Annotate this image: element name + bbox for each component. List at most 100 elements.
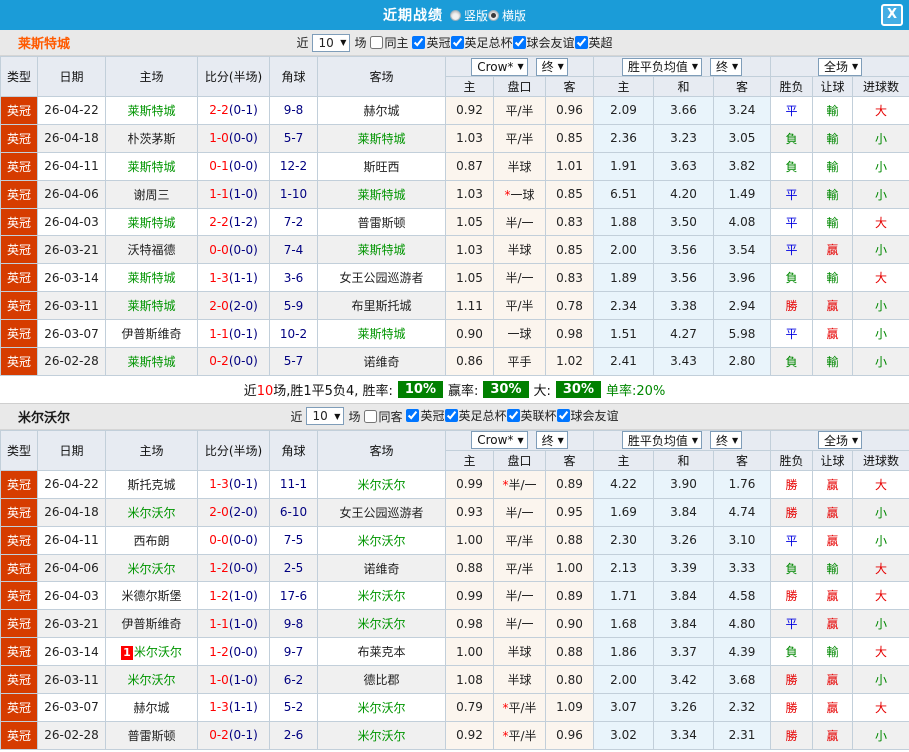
half-time-score: (2-0) (228, 298, 258, 313)
euro-home-odds: 6.51 (593, 179, 654, 209)
league-filter[interactable]: 英超 (574, 34, 613, 51)
league-filter[interactable]: 球会友谊 (556, 407, 619, 424)
same-venue-label: 同客 (378, 409, 403, 424)
handicap-cell: 半/一 (493, 263, 546, 293)
goals-result-cell: 小 (852, 525, 909, 555)
league-filter[interactable]: 球会友谊 (512, 34, 575, 51)
league-checkbox[interactable] (450, 35, 464, 49)
away-team-name: 赫尔城 (363, 103, 400, 118)
league-checkbox[interactable] (506, 409, 520, 423)
handicap-cell: 半/一 (493, 207, 546, 237)
away-team-cell: 莱斯特城 (317, 179, 446, 209)
euro-time-select[interactable]: 终 ▼ (710, 431, 743, 450)
home-team-cell: 伊普斯维奇 (105, 319, 198, 349)
league-checkbox[interactable] (512, 35, 526, 49)
euro-home-odds: 3.07 (593, 693, 654, 722)
score-cell: 0-0(0-0) (197, 235, 270, 265)
sub-handicap-header: 盘口 (493, 76, 546, 97)
odds-average-select[interactable]: 胜平负均值 ▼ (621, 431, 703, 450)
results-table-millwall: 类型 日期 主场 比分(半场) 角球 客场 Crow* ▼ 终 ▼ 胜平负均值 ▼ 终… (0, 429, 909, 750)
bookmaker-select[interactable]: Crow* ▼ (471, 431, 528, 450)
filter-near-label: 近 (290, 409, 303, 424)
match-row: 英冠 26-02-28 普雷斯顿 0-2(0-1) 2-6 米尔沃尔 0.92 *平/半 0.9… (0, 720, 909, 750)
score-cell: 0-2(0-1) (197, 720, 270, 750)
league-filter[interactable]: 英足总杯 (444, 407, 507, 424)
layout-radio-option[interactable]: 竖版 (449, 7, 488, 24)
recent-count-select[interactable]: 10 ▼ (312, 33, 351, 52)
euro-draw-odds: 3.39 (653, 553, 714, 583)
handicap-cell: 半球 (493, 235, 546, 265)
match-row: 英冠 26-04-11 莱斯特城 0-1(0-0) 12-2 斯旺西 0.87 半球 1.01 1… (0, 151, 909, 181)
sub-euro-home-header: 主 (593, 449, 654, 471)
score-cell: 1-1(1-0) (197, 179, 270, 209)
away-team-name: 普雷斯顿 (357, 215, 406, 230)
euro-home-odds: 2.34 (593, 291, 654, 321)
same-venue-checkbox[interactable] (370, 36, 384, 49)
recent-count-select[interactable]: 10 ▼ (306, 407, 345, 426)
league-filter[interactable]: 英联杯 (506, 407, 557, 424)
scope-select[interactable]: 全场 ▼ (817, 431, 863, 450)
same-venue-filter[interactable]: 同客 (364, 408, 402, 425)
away-team-cell: 莱斯特城 (317, 235, 446, 265)
euro-time-select[interactable]: 终 ▼ (710, 57, 743, 76)
euro-away-odds: 4.74 (712, 497, 772, 527)
league-filter[interactable]: 英冠 (406, 407, 445, 424)
score-cell: 0-0(0-0) (197, 525, 270, 555)
league-filter[interactable]: 英冠 (412, 34, 451, 51)
big-rate-badge: 30% (555, 380, 602, 398)
odds-average-select[interactable]: 胜平负均值 ▼ (621, 57, 703, 76)
league-badge: 英冠 (0, 553, 38, 583)
corner-cell: 7-2 (269, 207, 318, 237)
asian-time-select[interactable]: 终 ▼ (535, 57, 568, 76)
league-checkbox[interactable] (412, 35, 426, 49)
half-time-score: (1-1) (228, 700, 258, 715)
league-filter[interactable]: 英足总杯 (450, 34, 513, 51)
handicap-result-cell: 輸 (812, 179, 854, 209)
corner-cell: 5-9 (269, 291, 318, 321)
scope-select[interactable]: 全场 ▼ (817, 57, 863, 76)
match-row: 英冠 26-04-22 斯托克城 1-3(0-1) 11-1 米尔沃尔 0.99 *半/一 0.… (0, 469, 909, 499)
handicap-cell: *一球 (493, 179, 546, 209)
euro-home-odds: 2.13 (593, 553, 654, 583)
match-filter: 近 10 ▼ 场 同客 英冠 英足总杯 英联杯 球会友谊 (290, 407, 619, 426)
league-checkbox[interactable] (444, 409, 458, 423)
asian-home-odds: 1.03 (445, 179, 494, 209)
bookmaker-select[interactable]: Crow* ▼ (471, 57, 528, 76)
league-checkbox[interactable] (574, 35, 588, 49)
score-cell: 1-0(0-0) (197, 123, 270, 153)
home-team-name: 米尔沃尔 (127, 561, 176, 576)
same-venue-filter[interactable]: 同主 (370, 34, 408, 51)
match-date: 26-04-22 (37, 469, 106, 499)
handicap-result-cell: 贏 (812, 319, 854, 349)
sub-euro-draw-header: 和 (653, 449, 714, 471)
corner-cell: 9-8 (269, 96, 318, 125)
away-team-cell: 德比郡 (317, 665, 446, 695)
home-team-name: 沃特福德 (127, 243, 176, 258)
handicap-cell: 平/半 (493, 96, 546, 125)
euro-draw-odds: 3.56 (653, 235, 714, 265)
away-team-name: 德比郡 (363, 673, 400, 688)
layout-radio-option[interactable]: 横版 (488, 7, 526, 24)
asian-time-select[interactable]: 终 ▼ (535, 431, 568, 450)
euro-away-odds: 3.96 (712, 263, 772, 293)
same-venue-checkbox[interactable] (364, 409, 378, 423)
sub-result-header: 胜负 (770, 76, 814, 97)
euro-draw-odds: 4.27 (653, 319, 714, 349)
score-cell: 1-3(0-1) (197, 469, 270, 499)
league-badge: 英冠 (0, 609, 38, 639)
euro-away-odds: 2.94 (712, 291, 772, 321)
league-checkbox[interactable] (556, 409, 570, 423)
euro-away-odds: 2.31 (712, 720, 772, 750)
away-team-cell: 米尔沃尔 (317, 720, 446, 750)
sub-goals-header: 进球数 (852, 76, 909, 97)
away-team-cell: 莱斯特城 (317, 319, 446, 349)
sub-home-header: 主 (445, 449, 494, 471)
handicap-star: * (502, 700, 509, 715)
euro-away-odds: 3.54 (712, 235, 772, 265)
close-button[interactable]: X (881, 4, 903, 26)
away-team-cell: 莱斯特城 (317, 123, 446, 153)
league-checkbox[interactable] (406, 409, 420, 423)
asian-away-odds: 0.80 (545, 665, 594, 695)
full-time-score: 2-0 (209, 298, 229, 313)
euro-away-odds: 2.80 (712, 347, 772, 376)
